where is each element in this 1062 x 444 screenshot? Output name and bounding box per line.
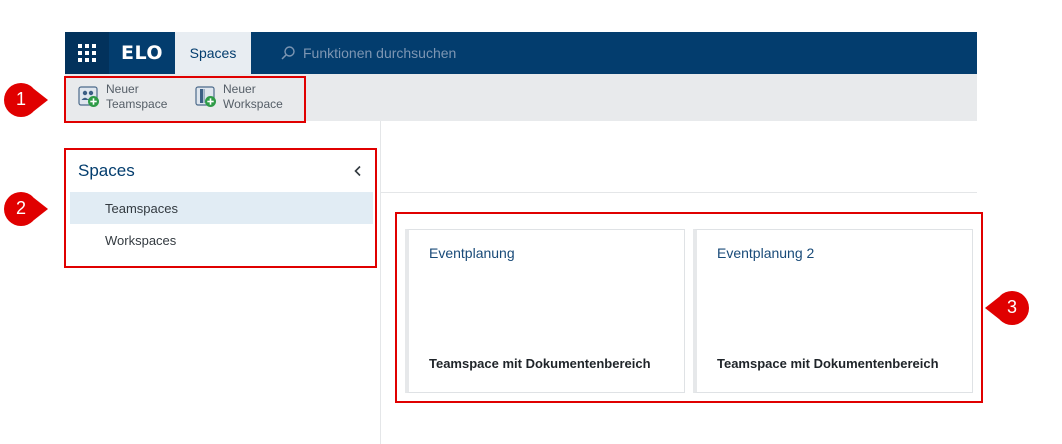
search-placeholder: Funktionen durchsuchen [303, 45, 457, 61]
content-divider-horizontal [381, 192, 977, 193]
elo-logo: ELO [120, 42, 164, 64]
app-launcher-button[interactable] [65, 32, 109, 74]
content-divider-vertical [380, 121, 381, 444]
function-search[interactable]: Funktionen durchsuchen [281, 32, 456, 74]
callout-marker-1: 1 [2, 81, 48, 119]
grid-icon [78, 44, 96, 62]
callout-box-toolbar [64, 76, 306, 123]
top-bar: ELO Spaces Funktionen durchsuchen [65, 32, 977, 74]
callout-box-sidebar [64, 148, 377, 268]
search-icon [281, 46, 295, 60]
callout-number: 2 [15, 198, 26, 218]
callout-number: 1 [15, 89, 26, 109]
callout-box-cards [395, 212, 983, 403]
callout-number: 3 [1006, 297, 1017, 317]
tab-spaces[interactable]: Spaces [175, 32, 251, 74]
callout-marker-3: 3 [985, 289, 1031, 327]
callout-marker-2: 2 [2, 190, 48, 228]
